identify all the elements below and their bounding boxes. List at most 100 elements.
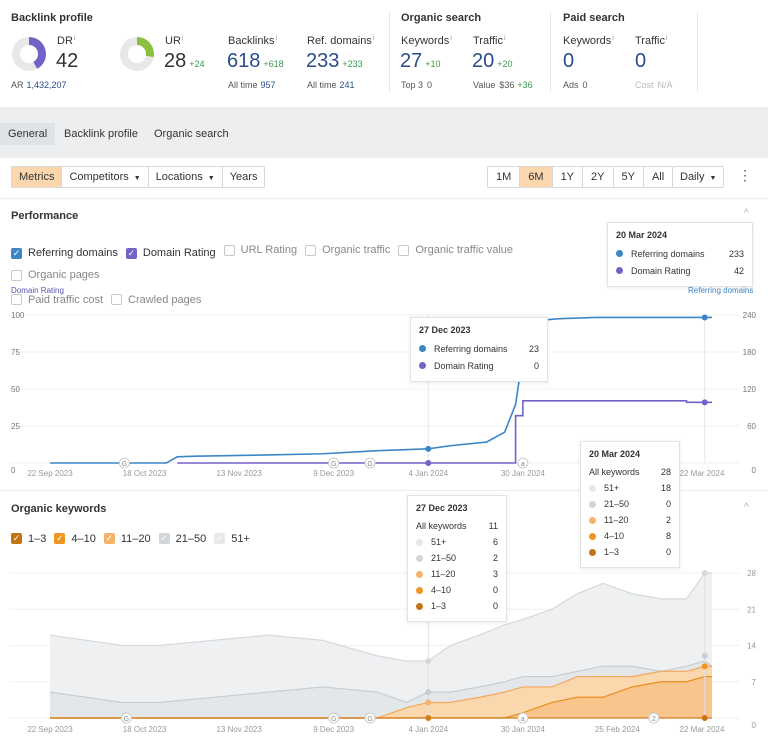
ref-domains-value[interactable]: 233 +233 [306, 50, 363, 73]
x-tick: 9 Dec 2023 [313, 469, 354, 478]
range-6m-button[interactable]: 6M [519, 167, 552, 187]
info-icon: i [665, 35, 668, 42]
paid-keywords-label[interactable]: Keywordsi [563, 35, 614, 47]
paid-search-title: Paid search [563, 12, 625, 24]
tab-organic-search[interactable]: Organic search [146, 123, 237, 145]
organic-traffic-label[interactable]: Traffici [473, 35, 506, 47]
organic-keywords-chart[interactable]: 0 7 14 21 28 22 Sep 2023 18 Oct 2023 13 Nov 202… [0, 555, 768, 744]
referring-domains-dot-icon [616, 250, 623, 257]
dr-label[interactable]: DRi [57, 35, 75, 47]
domain-rating-dot-icon [419, 362, 426, 369]
competitors-dropdown[interactable]: Competitors ▼ [61, 167, 147, 187]
y-tick-left: 0 [11, 466, 16, 475]
checkbox-kw-3[interactable]: ✓ 21–50 [158, 532, 206, 546]
info-icon[interactable]: i [182, 35, 184, 42]
tooltip-row: 1–3 0 [416, 598, 498, 614]
annotation-label: G [122, 461, 127, 468]
y-tick-right: 60 [747, 422, 756, 431]
series-dot-icon [416, 538, 423, 546]
data-point-marker [425, 689, 432, 696]
annotation-label: a [521, 461, 525, 468]
y-tick-left: 75 [11, 348, 20, 357]
performance-hover-tooltip: 27 Dec 2023 Referring domains 23 Domain R… [410, 317, 548, 382]
y-tick-right: 180 [743, 348, 757, 357]
paid-traffic-value[interactable]: 0 [635, 50, 646, 73]
x-tick: 4 Jan 2024 [408, 725, 448, 734]
y-tick: 28 [747, 569, 756, 578]
checkbox-empty-icon[interactable] [305, 244, 317, 256]
checkbox-organic-traffic-value[interactable]: Organic traffic value [398, 239, 513, 261]
report-tabs: General Backlink profile Organic search [0, 107, 768, 158]
organic-keywords-label[interactable]: Keywordsi [401, 35, 452, 47]
tooltip-date: 27 Dec 2023 [419, 325, 471, 335]
checkbox-kw-2[interactable]: ✓ 11–20 [103, 532, 151, 546]
view-options-group: Metrics Competitors ▼ Locations ▼ Years [11, 166, 266, 188]
referring-domains-dot-icon [419, 345, 426, 352]
info-icon[interactable]: i [74, 35, 76, 42]
checkbox-kw-1[interactable]: ✓ 4–10 [54, 532, 96, 546]
checkbox-domain-rating[interactable]: ✓ Domain Rating [125, 242, 216, 264]
tab-general[interactable]: General [0, 123, 56, 145]
checkbox-label: Domain Rating [142, 247, 216, 259]
interval-dropdown[interactable]: Daily ▼ [672, 166, 725, 188]
info-icon: i [450, 35, 452, 42]
tooltip-row: Domain Rating 42 [616, 262, 744, 279]
collapse-keywords-icon[interactable]: ^ [744, 502, 749, 513]
y-tick-left: 100 [11, 311, 25, 320]
checkbox-checked-icon[interactable]: ✓ [11, 533, 22, 544]
years-button[interactable]: Years [221, 167, 265, 187]
info-icon: i [612, 35, 614, 42]
checkbox-checked-icon[interactable]: ✓ [125, 247, 137, 259]
paid-keywords-value[interactable]: 0 [563, 50, 574, 73]
checkbox-checked-icon[interactable]: ✓ [158, 533, 170, 544]
dr-donut-chart [12, 37, 46, 71]
checkbox-url-rating[interactable]: URL Rating [223, 239, 297, 261]
ur-label[interactable]: URi [165, 35, 183, 47]
organic-traffic-value[interactable]: 20 +20 [472, 50, 513, 73]
collapse-performance-icon[interactable]: ^ [744, 208, 749, 219]
checkbox-kw-4[interactable]: ✓ 51+ [214, 532, 250, 546]
paid-traffic-label[interactable]: Traffici [635, 35, 668, 47]
backlinks-label[interactable]: Backlinksi [228, 35, 277, 47]
more-options-icon[interactable]: ⋮ [738, 167, 752, 184]
checkbox-label: 4–10 [71, 532, 96, 545]
metrics-button[interactable]: Metrics [12, 167, 62, 187]
data-point-marker [425, 445, 432, 452]
checkbox-organic-pages[interactable]: Organic pages [11, 264, 100, 286]
checkbox-checked-icon[interactable]: ✓ [214, 533, 226, 544]
organic-traffic-value-usd: Value $36 +36 [473, 80, 533, 90]
locations-dropdown[interactable]: Locations ▼ [147, 167, 222, 187]
range-2y-button[interactable]: 2Y [582, 167, 612, 187]
range-5y-button[interactable]: 5Y [612, 167, 643, 187]
divider [550, 12, 551, 92]
series-dot-icon [589, 532, 596, 540]
checkbox-referring-domains[interactable]: ✓ Referring domains [11, 242, 118, 264]
data-point-marker [425, 460, 432, 466]
checkbox-kw-0[interactable]: ✓ 1–3 [11, 532, 46, 546]
checkbox-empty-icon[interactable] [11, 269, 22, 281]
checkbox-checked-icon[interactable]: ✓ [11, 247, 22, 259]
annotation-label: 2 [652, 716, 656, 723]
checkbox-organic-traffic[interactable]: Organic traffic [305, 239, 390, 261]
tooltip-row: 21–50 2 [416, 550, 498, 566]
range-1m-button[interactable]: 1M [488, 167, 519, 187]
checkbox-checked-icon[interactable]: ✓ [54, 533, 66, 544]
backlinks-all-time[interactable]: All time 957 [228, 80, 276, 90]
keywords-end-tooltip: 20 Mar 2024 All keywords 28 51+ 18 21–50 0 11… [580, 441, 680, 568]
interval-dropdown-label[interactable]: Daily ▼ [673, 167, 723, 187]
tab-backlink-profile[interactable]: Backlink profile [56, 123, 146, 145]
checkbox-empty-icon[interactable] [398, 244, 410, 256]
organic-keywords-value[interactable]: 27 +10 [400, 50, 441, 73]
range-1y-button[interactable]: 1Y [551, 167, 582, 187]
range-all-button[interactable]: All [642, 167, 672, 187]
series-dot-icon [589, 548, 596, 556]
paid-ads: Ads 0 [563, 80, 588, 90]
y-tick-left: 50 [11, 385, 20, 394]
y-tick-right: 0 [752, 466, 757, 475]
ref-domains-label[interactable]: Ref. domainsi [307, 35, 374, 47]
checkbox-empty-icon[interactable] [223, 244, 235, 256]
backlinks-value[interactable]: 618 +618 [227, 50, 284, 73]
checkbox-checked-icon[interactable]: ✓ [103, 533, 115, 544]
ref-domains-all-time[interactable]: All time 241 [307, 80, 355, 90]
right-axis-title: Referring domains [688, 286, 754, 295]
